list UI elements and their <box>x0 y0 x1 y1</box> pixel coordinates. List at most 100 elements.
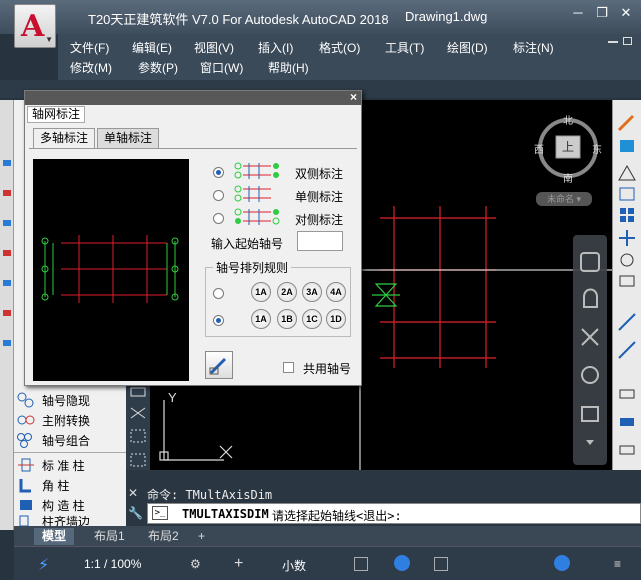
modify-toolbar-icons <box>130 387 146 467</box>
viewcube-top[interactable]: 上 <box>562 138 574 155</box>
palette-item-main-sub-convert[interactable]: 主附转换 <box>16 410 124 430</box>
radio-opposite-side[interactable] <box>213 213 224 224</box>
title-bar: T20天正建筑软件 V7.0 For Autodesk AutoCAD 2018… <box>0 0 641 34</box>
ui-lock-icon[interactable] <box>354 557 368 571</box>
menu-window[interactable]: 窗口(W) <box>200 59 243 76</box>
wcs-menu[interactable]: 未命名 ▾ <box>536 192 592 206</box>
dialog-close-button[interactable]: × <box>350 90 357 104</box>
radio-double-side[interactable] <box>213 167 224 178</box>
axis-bubble: 2A <box>277 282 297 302</box>
radio-rule-letter-first[interactable] <box>213 315 224 326</box>
chevron-down-icon: ▼ <box>45 35 53 44</box>
palette-item-corner-column[interactable]: 角 柱 <box>16 475 124 495</box>
menu-view[interactable]: 视图(V) <box>194 39 234 56</box>
viewcube-west[interactable]: 西 <box>534 141 544 156</box>
isolate-objects-icon[interactable] <box>394 555 410 571</box>
layout-tabs: 模型 布局1 布局2 + <box>14 526 641 546</box>
view-cube[interactable]: 上 北 南 西 东 未命名 ▾ <box>530 110 610 206</box>
palette-strip-icons <box>3 160 11 346</box>
palette-item-axis-hide[interactable]: 轴号隐现 <box>16 390 124 410</box>
command-name: TMULTAXISDIM <box>182 507 269 521</box>
wrench-icon[interactable]: 🔧 <box>128 506 144 522</box>
opposite-side-icon <box>234 208 280 225</box>
double-side-icon <box>234 162 279 179</box>
palette-item-label: 轴号隐现 <box>42 393 91 408</box>
autocad-logo-icon: A <box>21 9 45 44</box>
doc-minimize-icon[interactable] <box>608 41 618 43</box>
axis-pick-marker <box>372 283 400 307</box>
axis-convert-icon <box>17 415 35 425</box>
tab-multi-axis[interactable]: 多轴标注 <box>33 128 96 149</box>
palette-divider <box>14 452 126 453</box>
restore-button[interactable]: ❐ <box>590 4 614 22</box>
doc-restore-icon[interactable] <box>623 37 632 45</box>
menu-help[interactable]: 帮助(H) <box>268 59 309 76</box>
document-name: Drawing1.dwg <box>405 9 488 24</box>
single-side-icon <box>234 185 271 202</box>
tab-layout2[interactable]: 布局2 <box>140 528 187 545</box>
menu-dimension[interactable]: 标注(N) <box>513 39 554 56</box>
menu-insert[interactable]: 插入(I) <box>258 39 293 56</box>
menu-file[interactable]: 文件(F) <box>70 39 109 56</box>
dialog-title-bar[interactable]: × <box>25 90 361 105</box>
clean-screen-icon[interactable] <box>554 555 570 571</box>
start-number-input[interactable] <box>297 231 343 251</box>
axis-bubble: 3A <box>302 282 322 302</box>
palette-item-standard-column[interactable]: 标 准 柱 <box>16 455 124 475</box>
tab-single-axis[interactable]: 单轴标注 <box>97 128 160 148</box>
pick-pen-icon <box>209 357 227 375</box>
app-menu-button[interactable]: A ▼ <box>14 4 56 48</box>
axis-dimension-dialog: × 轴网标注 多轴标注 单轴标注 双侧标注 单侧标注 对侧标注 输入起始轴号 轴… <box>24 90 362 386</box>
command-prompt-text: 请选择起始轴线<退出>: <box>272 509 402 523</box>
axis-bubble: 1A <box>251 309 271 329</box>
viewcube-east[interactable]: 东 <box>592 141 602 156</box>
close-command-icon[interactable]: ✕ <box>128 486 144 502</box>
close-button[interactable]: ✕ <box>614 4 638 22</box>
axis-bubble: 1A <box>251 282 271 302</box>
palette-item-construct-column[interactable]: 构 造 柱 <box>16 495 124 515</box>
palette-item-label: 构 造 柱 <box>42 498 85 513</box>
shared-axis-checkbox[interactable] <box>283 362 294 373</box>
menu-format[interactable]: 格式(O) <box>319 39 360 56</box>
menu-draw[interactable]: 绘图(D) <box>447 39 488 56</box>
menu-edit[interactable]: 编辑(E) <box>132 39 172 56</box>
radio-rule-number-first[interactable] <box>213 288 224 299</box>
axis-bubble: 4A <box>326 282 346 302</box>
gear-icon[interactable]: ⚙ <box>190 557 201 571</box>
modify-toolbar <box>126 380 150 480</box>
preview-red-grid <box>61 235 167 303</box>
corner-column-icon <box>19 479 31 493</box>
tab-layout1[interactable]: 布局1 <box>86 528 133 545</box>
axis-combine-icon <box>17 433 32 448</box>
menu-bar: 文件(F) 编辑(E) 视图(V) 插入(I) 格式(O) 工具(T) 绘图(D… <box>58 34 641 80</box>
annotation-scale[interactable]: 1:1 / 100% <box>84 557 141 571</box>
customization-icon[interactable]: ≡ <box>614 557 621 571</box>
axis-number-icon <box>17 392 34 408</box>
viewcube-north[interactable]: 北 <box>563 112 573 127</box>
tab-model[interactable]: 模型 <box>34 528 75 545</box>
tab-divider <box>29 148 357 149</box>
wcs-label: 未命名 <box>546 194 574 204</box>
hardware-acceleration-icon[interactable] <box>434 557 448 571</box>
dialog-title: 轴网标注 <box>27 106 86 123</box>
menu-tools[interactable]: 工具(T) <box>385 39 424 56</box>
viewcube-south[interactable]: 南 <box>563 170 573 185</box>
draw-toolbar-icons <box>617 114 636 455</box>
command-line-input[interactable]: >_ TMULTAXISDIM 请选择起始轴线<退出>: <box>147 503 641 524</box>
pick-axis-button[interactable] <box>205 351 233 379</box>
minimize-button[interactable]: ─ <box>566 4 590 22</box>
units-display[interactable]: 小数 <box>282 557 306 574</box>
add-layout-button[interactable]: + <box>190 528 213 545</box>
menu-parametric[interactable]: 参数(P) <box>138 59 178 76</box>
tool-palette-strip <box>0 100 14 530</box>
arrangement-rule-label: 轴号排列规则 <box>213 259 292 276</box>
annotation-visibility-icon[interactable]: ⚡ <box>38 555 49 575</box>
palette-item-axis-combine[interactable]: 轴号组合 <box>16 430 124 450</box>
start-number-label: 输入起始轴号 <box>211 237 284 251</box>
palette-item-label: 主附转换 <box>42 413 91 428</box>
plus-icon[interactable]: + <box>234 555 243 573</box>
radio-single-side[interactable] <box>213 190 224 201</box>
autocad-window: T20天正建筑软件 V7.0 For Autodesk AutoCAD 2018… <box>0 0 641 580</box>
axis-bubble: 1C <box>302 309 322 329</box>
menu-modify[interactable]: 修改(M) <box>70 59 112 76</box>
